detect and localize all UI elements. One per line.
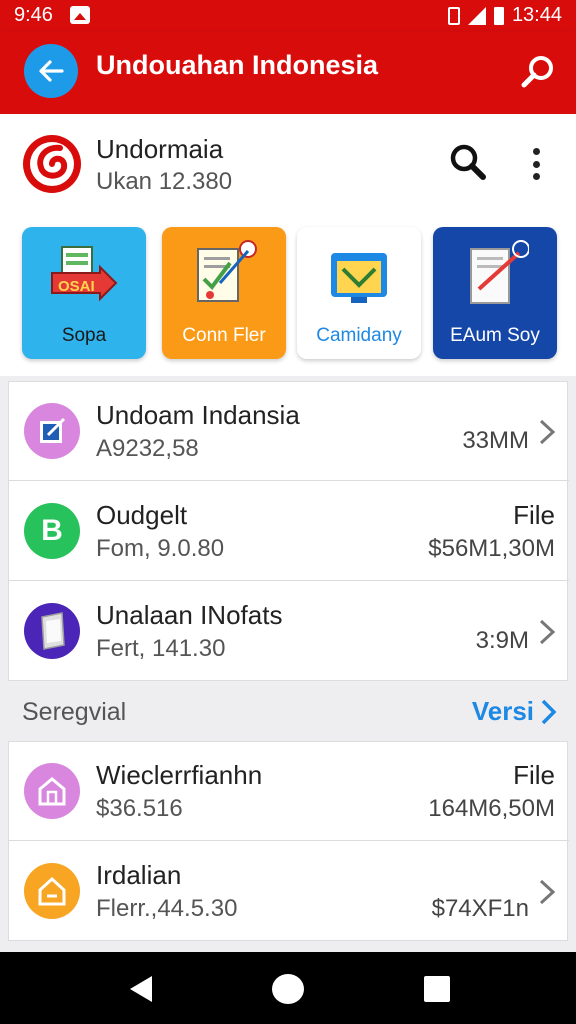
nav-back-icon[interactable] [130,976,152,1002]
vibrate-icon [447,6,460,25]
tile-art-text: OSAI [58,278,95,295]
status-time: 9:46 [14,4,53,26]
checklist-icon [197,240,257,302]
home-icon [24,863,80,919]
item-type: File [513,500,555,530]
tile-label: EAum Soy [450,325,540,346]
more-options-icon[interactable] [522,144,550,184]
item-title: Oudgelt [96,500,188,530]
edit-square-icon [24,403,80,459]
chevron-right-icon[interactable] [540,698,558,726]
tile-label: Camidany [316,325,402,346]
item-title: Unalaan INofats [96,600,283,630]
list-item[interactable]: Unalaan INofats Fert, 141.30 3:9M [9,582,569,681]
chevron-right-icon [539,419,556,445]
item-size: $74XF1n [431,895,529,922]
app-title: Undouahan Indonesia [96,50,379,80]
tile-eaum-soy[interactable]: EAum Soy [433,227,557,359]
item-size: $56M1,30M [428,535,555,562]
header-card: Undormaia Ukan 12.380 [0,114,576,214]
svg-text:OSAI: OSAI [58,278,95,295]
system-nav-bar [0,952,576,1024]
letter-b-icon: B [24,503,80,559]
account-subtitle: Ukan 12.380 [96,168,233,195]
tile-camidany[interactable]: Camidany [297,227,421,359]
list-item[interactable]: Wieclerrfianhn $36.516 File 164M6,50M [9,742,569,841]
search-icon[interactable] [448,142,488,182]
tile-sopa[interactable]: OSAI Sopa [22,227,146,359]
account-name: Undormaia [96,134,224,164]
tile-conn-fler[interactable]: Conn Fler [162,227,286,359]
nav-home-icon[interactable] [272,974,304,1004]
status-clock: 13:44 [511,4,562,26]
chevron-right-icon [539,879,556,905]
battery-icon [493,6,504,25]
section-link[interactable]: Versi [472,696,534,727]
list-item[interactable]: B Oudgelt Fom, 9.0.80 File $56M1,30M [9,482,569,581]
list-item[interactable]: Undoam Indansia A9232,58 33MM [9,382,569,481]
section-header: Seregvial Versi [0,690,576,740]
chevron-right-icon [539,619,556,645]
item-subtitle: Fom, 9.0.80 [96,535,225,562]
item-size: 33MM [462,427,529,454]
status-bar: 9:46 13:44 [0,0,576,32]
brand-logo [23,135,81,193]
document-pen-icon [470,240,529,304]
item-title: Wieclerrfianhn [96,760,263,790]
item-type: File [513,760,555,790]
nav-recents-icon[interactable] [424,976,450,1002]
back-button[interactable] [24,44,78,98]
document-icon [24,603,80,659]
signal-icon [467,6,486,25]
home-icon [24,763,80,819]
section-title: Seregvial [22,698,127,726]
item-subtitle: Flerr.,44.5.30 [96,895,238,922]
item-title: Irdalian [96,860,182,890]
list-item[interactable]: Irdalian Flerr.,44.5.30 $74XF1n [9,842,569,941]
app-bar: Undouahan Indonesia [0,32,576,114]
arrow-left-icon [39,60,64,82]
search-icon[interactable] [520,54,556,90]
tile-label: Sopa [61,325,107,346]
file-list-2: Wieclerrfianhn $36.516 File 164M6,50M Ir… [8,741,569,941]
item-subtitle: Fert, 141.30 [96,635,226,662]
item-subtitle: $36.516 [96,795,183,822]
item-title: Undoam Indansia [96,400,300,430]
file-list-1: Undoam Indansia A9232,58 33MM B Oudgelt … [8,381,569,681]
item-subtitle: A9232,58 [96,435,199,462]
category-tiles: OSAI Sopa Conn Fler Camidany EAum Soy [0,214,576,376]
item-size: 3:9M [475,627,529,654]
item-size: 164M6,50M [428,795,555,822]
folder-check-icon [331,253,387,303]
tile-label: Conn Fler [182,325,266,346]
notification-icon [70,6,90,24]
